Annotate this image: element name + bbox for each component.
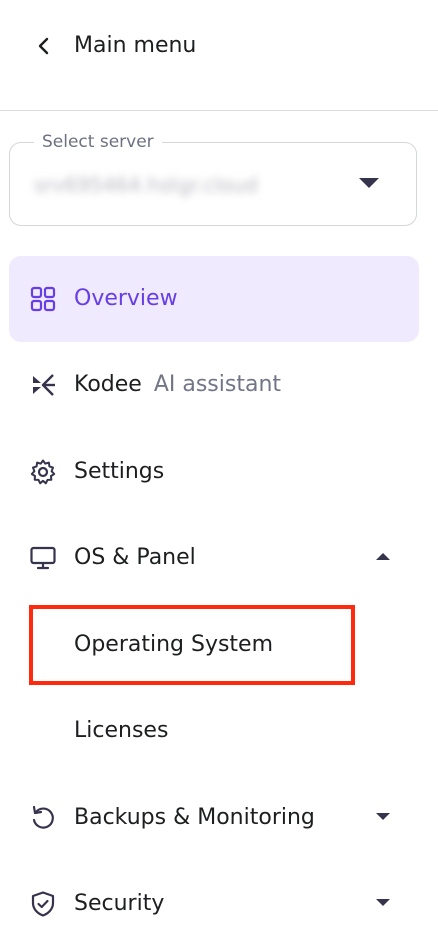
nav-label-settings: Settings (74, 459, 165, 484)
server-select-legend: Select server (34, 131, 162, 153)
back-label: Main menu (74, 33, 197, 58)
dashboard-grid-icon (30, 286, 56, 312)
nav-label-security: Security (74, 891, 165, 916)
restore-icon (32, 805, 54, 829)
kodee-label: Kodee (74, 372, 142, 397)
nav-label-kodee: Kodee AI assistant (74, 369, 281, 401)
server-select[interactable]: Select server srv695464.hstgr.cloud (9, 131, 417, 226)
divider (0, 110, 438, 111)
monitor-icon (30, 546, 56, 570)
subitem-label-operating-system: Operating System (74, 632, 274, 657)
chevron-left-icon (38, 37, 49, 55)
gear-icon (30, 459, 56, 485)
nav-item-kodee[interactable]: Kodee AI assistant (9, 342, 419, 428)
caret-up-icon (376, 553, 390, 560)
kodee-sparkle-icon (33, 374, 55, 396)
kodee-sublabel: AI assistant (153, 372, 282, 397)
nav-label-overview: Overview (74, 286, 178, 311)
nav-subitem-licenses[interactable]: Licenses (9, 688, 419, 774)
caret-down-icon (359, 178, 379, 188)
nav-label-backups-monitoring: Backups & Monitoring (74, 805, 315, 830)
shield-check-icon (31, 891, 55, 917)
back-to-main-menu[interactable]: Main menu (0, 0, 438, 96)
server-select-value: srv695464.hstgr.cloud (34, 173, 258, 197)
nav-subitem-operating-system[interactable]: Operating System (9, 602, 419, 688)
nav-label-os-panel: OS & Panel (74, 545, 196, 570)
subitem-label-licenses: Licenses (74, 718, 169, 743)
caret-down-icon (376, 813, 390, 820)
nav-item-security[interactable]: Security (9, 861, 419, 944)
nav-item-overview[interactable]: Overview (9, 256, 419, 342)
nav-item-os-panel[interactable]: OS & Panel (9, 515, 419, 601)
server-nav-panel: Main menu Select server srv695464.hstgr.… (0, 0, 438, 944)
nav-item-backups-monitoring[interactable]: Backups & Monitoring (9, 775, 419, 861)
nav-item-settings[interactable]: Settings (9, 429, 419, 515)
caret-down-icon (376, 899, 390, 906)
